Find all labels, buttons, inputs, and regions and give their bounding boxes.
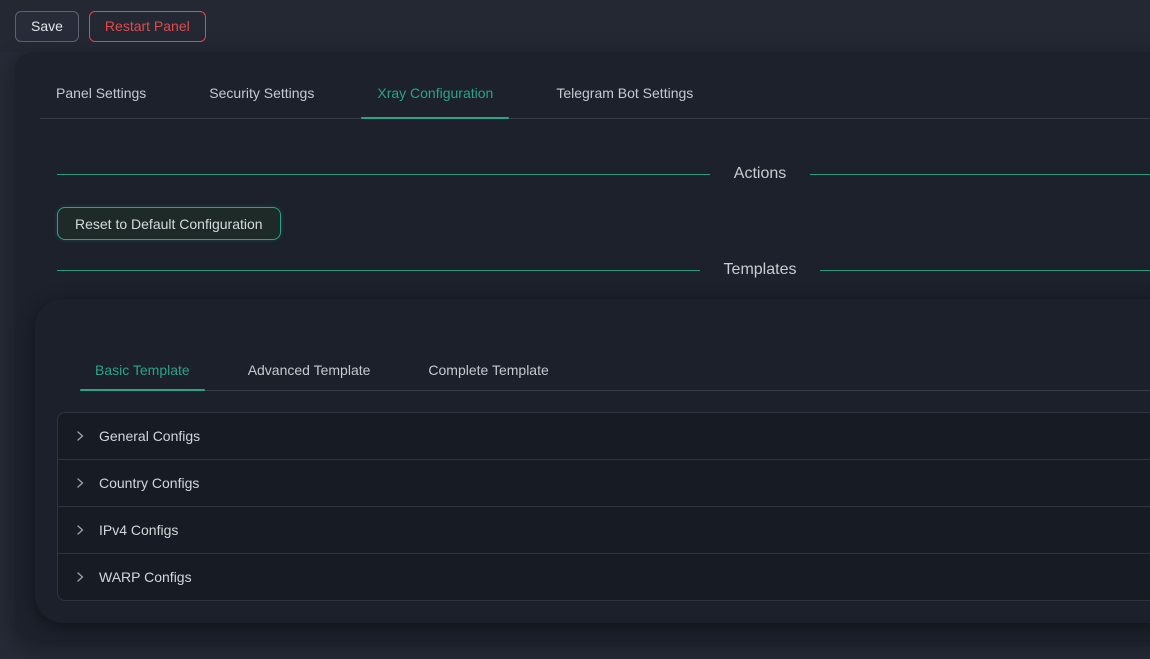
tab-xray-configuration[interactable]: Xray Configuration <box>361 64 509 118</box>
templates-divider-title: Templates <box>700 260 821 280</box>
collapse-item-label: General Configs <box>99 426 200 446</box>
divider-line <box>57 174 710 175</box>
tab-telegram-bot-settings[interactable]: Telegram Bot Settings <box>540 64 709 118</box>
save-button[interactable]: Save <box>15 11 79 42</box>
tab-panel-settings[interactable]: Panel Settings <box>40 64 162 118</box>
templates-divider: Templates <box>57 260 1150 280</box>
tab-advanced-template[interactable]: Advanced Template <box>233 345 386 390</box>
collapse-ipv4-configs[interactable]: IPv4 Configs <box>58 507 1150 554</box>
chevron-right-icon <box>74 477 86 489</box>
divider-line <box>810 174 1150 175</box>
chevron-right-icon <box>74 571 86 583</box>
divider-line <box>57 270 700 271</box>
chevron-right-icon <box>74 524 86 536</box>
collapse-general-configs[interactable]: General Configs <box>58 413 1150 460</box>
templates-card: Basic Template Advanced Template Complet… <box>35 299 1150 623</box>
tab-complete-template[interactable]: Complete Template <box>413 345 563 390</box>
tab-basic-template[interactable]: Basic Template <box>80 345 205 390</box>
collapse-warp-configs[interactable]: WARP Configs <box>58 554 1150 600</box>
reset-default-config-button[interactable]: Reset to Default Configuration <box>57 207 281 240</box>
app-screen: Save Restart Panel Panel Settings Securi… <box>0 0 1150 659</box>
actions-divider: Actions <box>57 164 1150 184</box>
collapse-item-label: Country Configs <box>99 473 199 493</box>
settings-card: Panel Settings Security Settings Xray Co… <box>15 52 1150 640</box>
divider-line <box>820 270 1150 271</box>
tab-security-settings[interactable]: Security Settings <box>193 64 330 118</box>
actions-divider-title: Actions <box>710 164 810 184</box>
topbar: Save Restart Panel <box>0 0 1150 52</box>
template-tabs: Basic Template Advanced Template Complet… <box>80 345 1150 391</box>
template-collapse: General Configs Country Configs <box>57 412 1150 601</box>
restart-panel-button[interactable]: Restart Panel <box>89 11 206 42</box>
collapse-item-label: IPv4 Configs <box>99 520 178 540</box>
collapse-item-label: WARP Configs <box>99 567 192 587</box>
collapse-country-configs[interactable]: Country Configs <box>58 460 1150 507</box>
chevron-right-icon <box>74 430 86 442</box>
settings-tabs: Panel Settings Security Settings Xray Co… <box>40 64 1150 119</box>
